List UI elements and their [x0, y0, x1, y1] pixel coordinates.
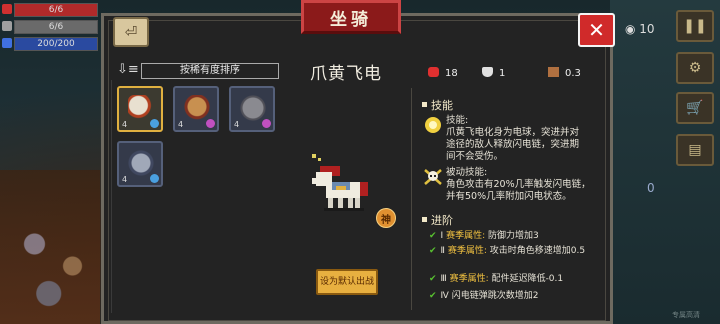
stat-health-value: 18 [445, 68, 458, 79]
stat-armor-value: 1 [499, 68, 506, 79]
elephant-icon [240, 95, 266, 121]
stat-armor: 1 [482, 67, 505, 79]
set-default-button[interactable]: 设为默认出战 [316, 269, 378, 295]
advance-heading: 进阶 [422, 212, 453, 228]
advance-row: ✔ Ⅳ 闪电链弹跳次数增加2 [429, 291, 609, 302]
advance-row: ✔ Ⅲ 赛季属性: 配件延迟降低-0.1 [429, 274, 609, 285]
chest-icon: ▤ [688, 142, 702, 158]
panel-title: 坐骑 [301, 0, 401, 34]
heart-icon [428, 67, 439, 77]
advance-text: 防御力增加3 [488, 231, 539, 241]
sort-dropdown[interactable]: 按稀有度排序 [141, 63, 279, 79]
map-icon: ⚙ [688, 60, 702, 76]
check-icon: ✔ [429, 291, 437, 301]
active-skill-line: 途径的敌人释放闪电链，突进期 [446, 139, 580, 150]
stat-speed: 0.3 [548, 67, 581, 79]
advance-numeral: Ⅲ [440, 274, 447, 284]
check-icon: ✔ [429, 246, 437, 256]
check-icon: ✔ [429, 274, 437, 284]
ammo-count: 0 [647, 181, 655, 195]
gem-icon [150, 174, 159, 183]
energy-value: 200/200 [37, 39, 75, 49]
bullet-icon [422, 217, 427, 222]
check-icon: ✔ [429, 231, 437, 241]
watermark: 专属高清 [672, 311, 700, 319]
cart-icon: 🛒 [686, 100, 704, 116]
advance-text: 攻击时角色移速增加0.5 [489, 246, 586, 256]
background-characters [6, 200, 101, 310]
advance-tag: 赛季属性: [446, 231, 486, 241]
close-icon: ✕ [588, 18, 605, 42]
coin-counter: ◉ 10 [625, 22, 655, 36]
advance-tag: 赛季属性: [447, 246, 487, 256]
god-badge: 神 [376, 208, 396, 228]
shield-icon [2, 21, 12, 31]
health-bar: 6/6 [0, 2, 98, 17]
coin-count: 10 [639, 22, 655, 36]
gem-icon [150, 119, 159, 128]
pause-icon: ❚❚ [683, 18, 707, 34]
advance-title: 进阶 [431, 214, 453, 227]
lightning-ball-icon [425, 117, 441, 133]
horse-sprite [312, 154, 368, 211]
armor-bar: 6/6 [0, 19, 98, 34]
active-skill-line: 爪黄飞电化身为电球，突进并对 [446, 127, 580, 138]
mount-level: 4 [122, 120, 128, 129]
passive-skill-line: 并有50%几率附加闪电状态。 [446, 191, 572, 202]
advance-numeral: Ⅳ [440, 291, 449, 301]
mount-slot-horse-white[interactable]: 4 [117, 86, 163, 132]
armor-value: 6/6 [48, 22, 64, 32]
boot-icon [548, 67, 559, 77]
mount-level: 4 [178, 120, 184, 129]
sort-icon[interactable]: ⇩≡ [117, 62, 139, 77]
player-status-hud: 6/6 6/6 200/200 [0, 0, 98, 51]
advance-numeral: Ⅰ [440, 231, 444, 241]
mount-name: 爪黄飞电 [310, 64, 382, 84]
shop-button[interactable]: 🛒 [676, 92, 714, 124]
passive-skill-label: 被动技能: [446, 167, 488, 178]
back-arrow-icon: ⏎ [124, 23, 138, 41]
mount-slot-donkey[interactable]: 4 [117, 141, 163, 187]
shield-icon [482, 67, 493, 77]
advance-row: ✔ Ⅰ 赛季属性: 防御力增加3 [429, 231, 609, 242]
advance-text: 配件延迟降低-0.1 [491, 274, 564, 284]
lion-icon [184, 95, 210, 121]
advance-row: ✔ Ⅱ 赛季属性: 攻击时角色移速增加0.5 [429, 246, 609, 257]
skills-title: 技能 [431, 99, 453, 112]
close-button[interactable]: ✕ [578, 13, 615, 47]
map-button[interactable]: ⚙ [676, 52, 714, 84]
stat-speed-value: 0.3 [565, 68, 581, 79]
health-value: 6/6 [48, 5, 64, 15]
horse-icon [128, 95, 154, 121]
passive-skill-line: 角色攻击有20%几率触发闪电链， [446, 179, 591, 190]
gem-icon [262, 119, 271, 128]
ammo-counter: 0 [647, 181, 655, 195]
gem-icon [206, 119, 215, 128]
mount-level: 4 [122, 175, 128, 184]
energy-icon [2, 38, 12, 48]
advance-text: 闪电链弹跳次数增加2 [451, 291, 539, 301]
advance-numeral: Ⅱ [440, 246, 445, 256]
stat-health: 18 [428, 67, 458, 79]
active-skill-line: 间不会受伤。 [446, 151, 504, 162]
donkey-icon [128, 150, 154, 176]
column-divider [411, 88, 412, 310]
mount-slot-elephant[interactable]: 4 [229, 86, 275, 132]
heart-icon [2, 4, 12, 14]
skull-crossbones-icon [424, 169, 442, 185]
advance-tag: 赛季属性: [449, 274, 489, 284]
mount-slot-lion[interactable]: 4 [173, 86, 219, 132]
inventory-button[interactable]: ▤ [676, 134, 714, 166]
skills-heading: 技能 [422, 97, 453, 113]
energy-bar: 200/200 [0, 36, 98, 51]
mount-level: 4 [234, 120, 240, 129]
bullet-icon [422, 102, 427, 107]
pause-button[interactable]: ❚❚ [676, 10, 714, 42]
active-skill-label: 技能: [446, 115, 469, 126]
back-button[interactable]: ⏎ [113, 17, 149, 47]
